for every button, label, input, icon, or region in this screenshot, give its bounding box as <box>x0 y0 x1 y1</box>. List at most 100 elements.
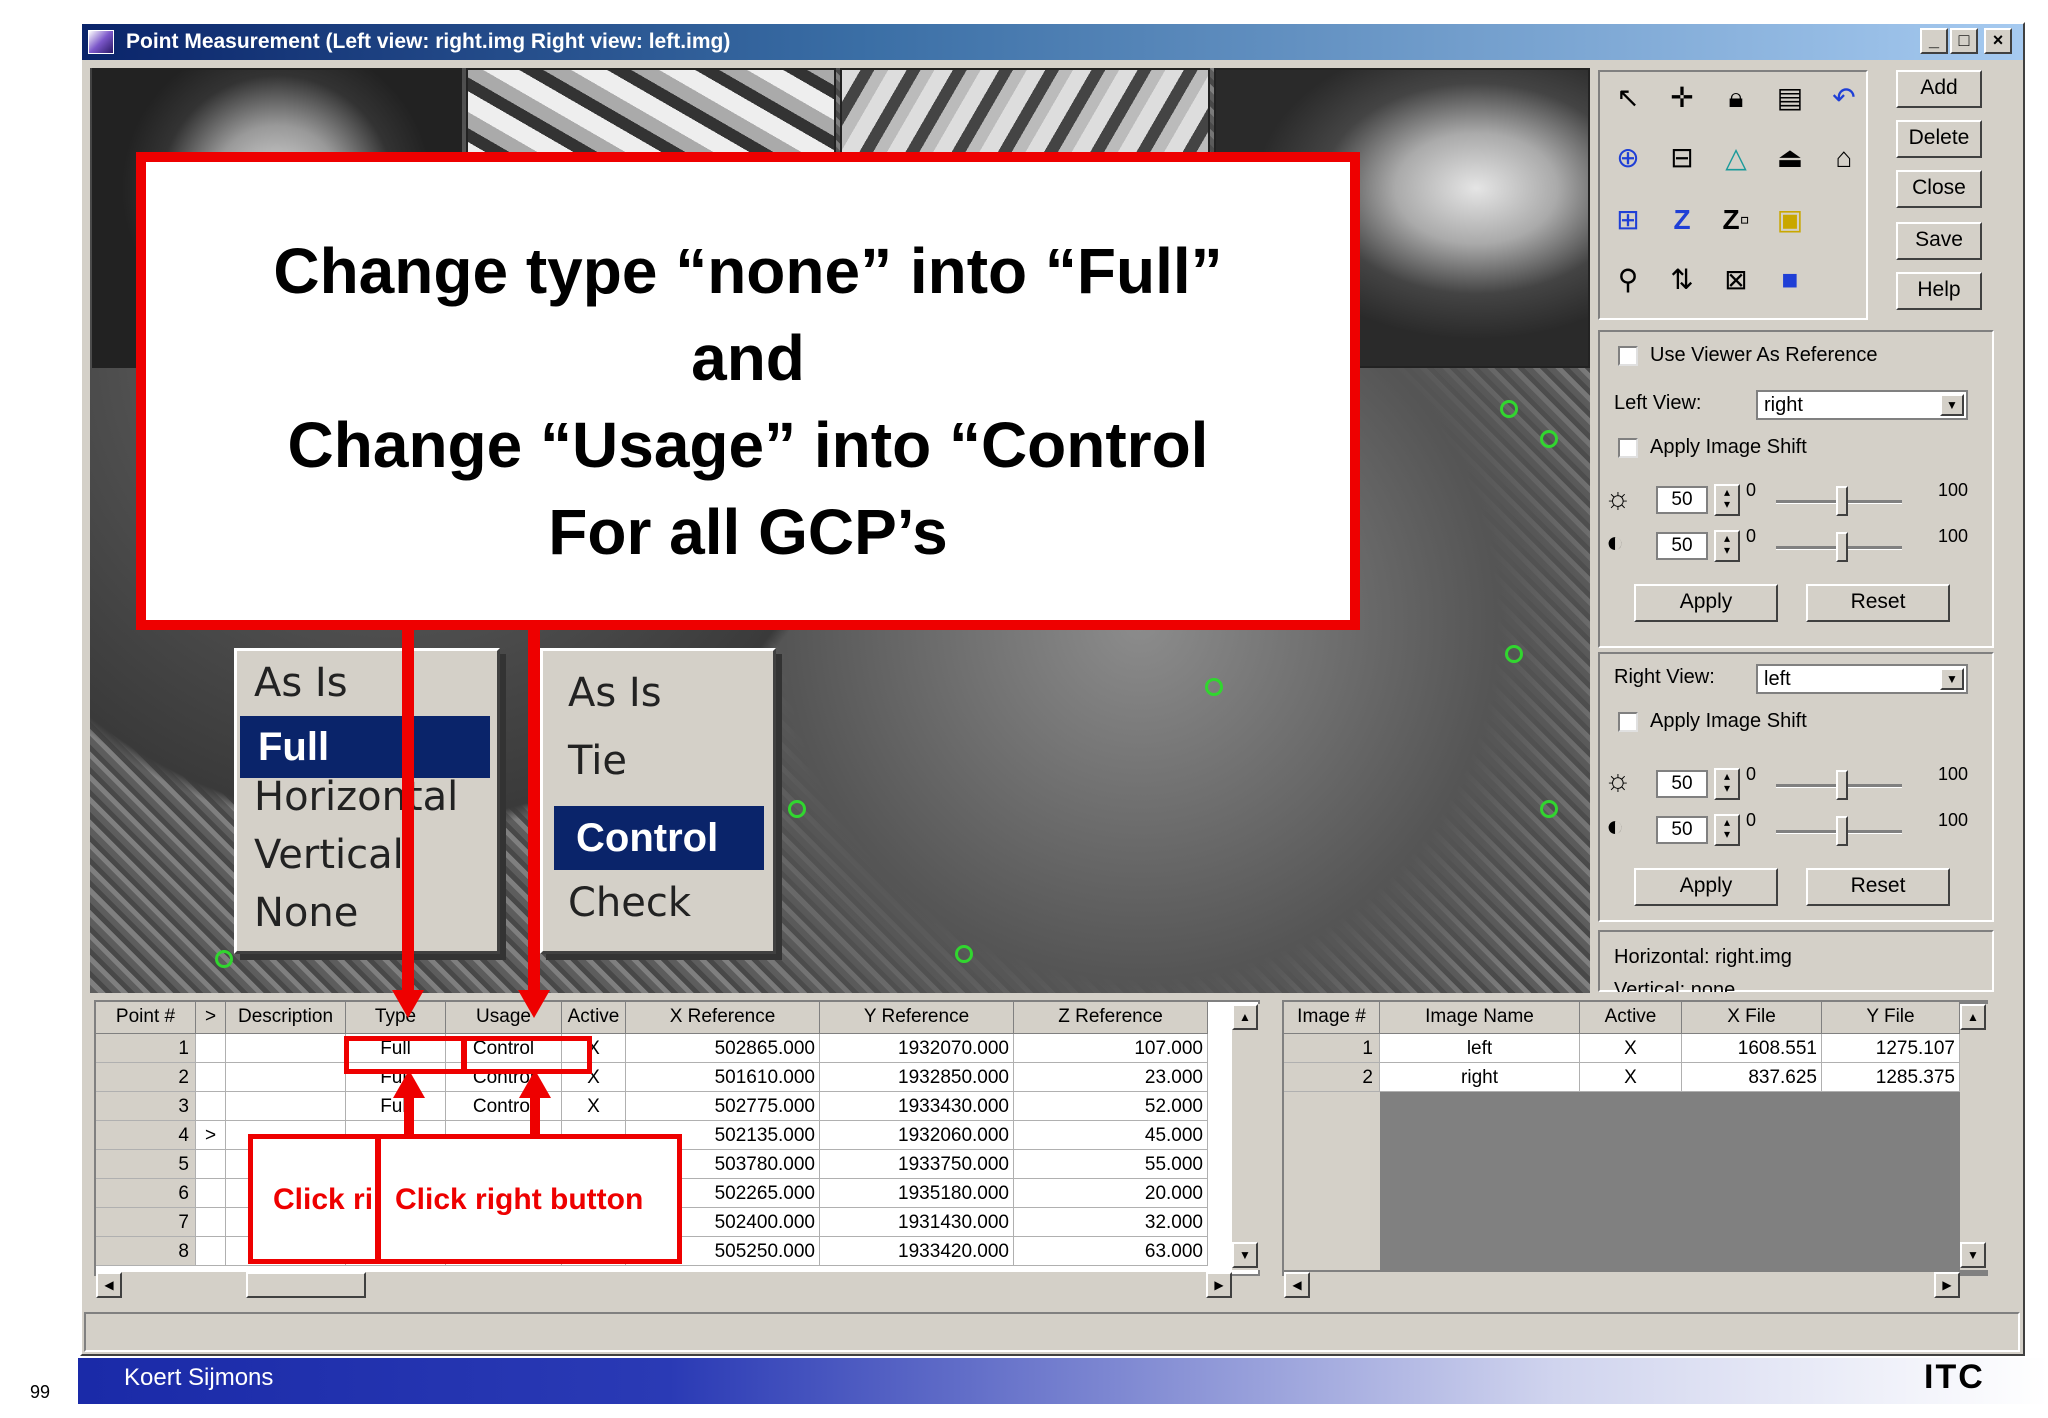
table-cell[interactable]: 1 <box>96 1034 196 1063</box>
table-cell[interactable] <box>196 1092 226 1121</box>
table-cell[interactable]: 502865.000 <box>626 1034 820 1063</box>
left-contrast-spinner[interactable]: ▴ ▾ <box>1714 530 1740 562</box>
table-row[interactable]: 1 left X 1608.551 1275.107 <box>1284 1034 1960 1063</box>
triangle-icon[interactable]: △ <box>1714 136 1758 180</box>
left-brightness-slider[interactable] <box>1836 486 1848 516</box>
table-cell[interactable]: 1932060.000 <box>820 1121 1014 1150</box>
y-file-col-header[interactable]: Y File <box>1822 1002 1960 1034</box>
type-menu-item-horizontal[interactable]: Horizontal <box>254 774 458 820</box>
z-box-icon[interactable]: Z▫ <box>1714 198 1758 242</box>
right-brightness-input[interactable]: 50 <box>1656 770 1708 798</box>
point-col-header[interactable]: Point # <box>96 1002 196 1034</box>
table-cell[interactable] <box>226 1092 346 1121</box>
marker-col-header[interactable]: > <box>196 1002 226 1034</box>
z-icon[interactable]: Z <box>1660 198 1704 242</box>
table-cell[interactable]: 1 <box>1284 1034 1380 1063</box>
tool-a-icon[interactable]: ⚲ <box>1606 258 1650 302</box>
table-cell[interactable]: 1935180.000 <box>820 1179 1014 1208</box>
table-cell[interactable]: 2 <box>96 1063 196 1092</box>
table-cell[interactable]: 7 <box>96 1208 196 1237</box>
yellow-box-icon[interactable]: ▣ <box>1768 198 1812 242</box>
table-cell[interactable]: right <box>1380 1063 1580 1092</box>
y-reference-col-header[interactable]: Y Reference <box>820 1002 1014 1034</box>
left-apply-shift-checkbox[interactable] <box>1618 438 1638 458</box>
right-reset-button[interactable]: Reset <box>1806 868 1950 906</box>
table-cell[interactable]: X <box>1580 1034 1682 1063</box>
scroll-up-icon[interactable]: ▲ <box>1960 1004 1986 1030</box>
points-vscroll[interactable] <box>1232 1004 1260 1270</box>
table-cell[interactable]: 5 <box>96 1150 196 1179</box>
points-hscroll-thumb[interactable] <box>246 1272 366 1298</box>
triangle-frame-icon[interactable]: ⌂ <box>1822 136 1866 180</box>
left-view-select[interactable]: right ▼ <box>1756 390 1968 420</box>
table-cell[interactable] <box>226 1034 346 1063</box>
left-contrast-slider[interactable] <box>1836 532 1848 562</box>
tool-c-icon[interactable]: ⊠ <box>1714 258 1758 302</box>
lock-icon[interactable]: 🔒︎ <box>1714 76 1758 120</box>
save-button[interactable]: Save <box>1896 222 1982 260</box>
toggle-icon[interactable]: ⊟ <box>1660 136 1704 180</box>
table-cell[interactable]: 1933750.000 <box>820 1150 1014 1179</box>
select-arrow-icon[interactable]: ↖ <box>1606 76 1650 120</box>
scroll-left-icon[interactable]: ◀ <box>96 1272 122 1298</box>
type-menu-item-as-is[interactable]: As Is <box>254 660 348 706</box>
close-window-button[interactable]: × <box>1984 28 2012 54</box>
frame-icon[interactable]: ▤ <box>1768 76 1812 120</box>
table-cell[interactable] <box>196 1063 226 1092</box>
gcp-marker[interactable] <box>1205 678 1223 696</box>
gcp-marker[interactable] <box>1500 400 1518 418</box>
table-cell[interactable]: 55.000 <box>1014 1150 1208 1179</box>
table-cell[interactable]: 1608.551 <box>1682 1034 1822 1063</box>
usage-menu-item-control[interactable]: Control <box>554 806 764 870</box>
scroll-up-icon[interactable]: ▲ <box>1232 1004 1258 1030</box>
blue-square-icon[interactable]: ■ <box>1768 258 1812 302</box>
table-row[interactable]: 2 right X 837.625 1285.375 <box>1284 1063 1960 1092</box>
undo-icon[interactable]: ↶ <box>1822 76 1866 120</box>
images-hscroll[interactable] <box>1284 1272 1960 1298</box>
scroll-left-icon[interactable]: ◀ <box>1284 1272 1310 1298</box>
table-cell[interactable]: 1932070.000 <box>820 1034 1014 1063</box>
gcp-marker[interactable] <box>788 800 806 818</box>
table-cell[interactable]: > <box>196 1121 226 1150</box>
active-col-header[interactable]: Active <box>562 1002 626 1034</box>
table-cell[interactable]: 1285.375 <box>1822 1063 1960 1092</box>
type-menu-item-vertical[interactable]: Vertical <box>254 832 404 878</box>
z-reference-col-header[interactable]: Z Reference <box>1014 1002 1208 1034</box>
table-row[interactable]: 2 Full Control X 501610.000 1932850.000 23.000 <box>96 1063 1208 1092</box>
left-brightness-spinner[interactable]: ▴ ▾ <box>1714 484 1740 516</box>
gcp-marker[interactable] <box>215 950 233 968</box>
table-cell[interactable] <box>196 1179 226 1208</box>
images-vscroll[interactable] <box>1960 1004 1988 1270</box>
scroll-down-icon[interactable]: ▼ <box>1232 1242 1258 1268</box>
table-cell[interactable] <box>226 1063 346 1092</box>
table-cell[interactable]: 32.000 <box>1014 1208 1208 1237</box>
x-file-col-header[interactable]: X File <box>1682 1002 1822 1034</box>
image-active-col-header[interactable]: Active <box>1580 1002 1682 1034</box>
table-cell[interactable]: 52.000 <box>1014 1092 1208 1121</box>
table-cell[interactable]: 2 <box>1284 1063 1380 1092</box>
left-brightness-input[interactable]: 50 <box>1656 486 1708 514</box>
table-cell[interactable]: 63.000 <box>1014 1237 1208 1266</box>
right-contrast-spinner[interactable]: ▴ ▾ <box>1714 814 1740 846</box>
table-cell[interactable]: 20.000 <box>1014 1179 1208 1208</box>
right-brightness-slider[interactable] <box>1836 770 1848 800</box>
table-cell[interactable]: 501610.000 <box>626 1063 820 1092</box>
left-contrast-input[interactable]: 50 <box>1656 532 1708 560</box>
delete-button[interactable]: Delete <box>1896 120 1982 158</box>
table-cell[interactable]: 8 <box>96 1237 196 1266</box>
scroll-right-icon[interactable]: ▶ <box>1206 1272 1232 1298</box>
right-contrast-slider[interactable] <box>1836 816 1848 846</box>
table-cell[interactable]: X <box>1580 1063 1682 1092</box>
crosshair-icon[interactable]: ✛ <box>1660 76 1704 120</box>
minimize-button[interactable]: _ <box>1920 28 1948 54</box>
close-button[interactable]: Close <box>1896 170 1982 208</box>
usage-menu-item-check[interactable]: Check <box>568 880 691 926</box>
plus-grid-icon[interactable]: ⊞ <box>1606 198 1650 242</box>
table-cell[interactable] <box>196 1150 226 1179</box>
scroll-right-icon[interactable]: ▶ <box>1934 1272 1960 1298</box>
table-cell[interactable]: 1932850.000 <box>820 1063 1014 1092</box>
help-button[interactable]: Help <box>1896 272 1982 310</box>
zoom-in-icon[interactable]: ⊕ <box>1606 136 1650 180</box>
add-button[interactable]: Add <box>1896 70 1982 108</box>
maximize-button[interactable]: □ <box>1950 28 1978 54</box>
